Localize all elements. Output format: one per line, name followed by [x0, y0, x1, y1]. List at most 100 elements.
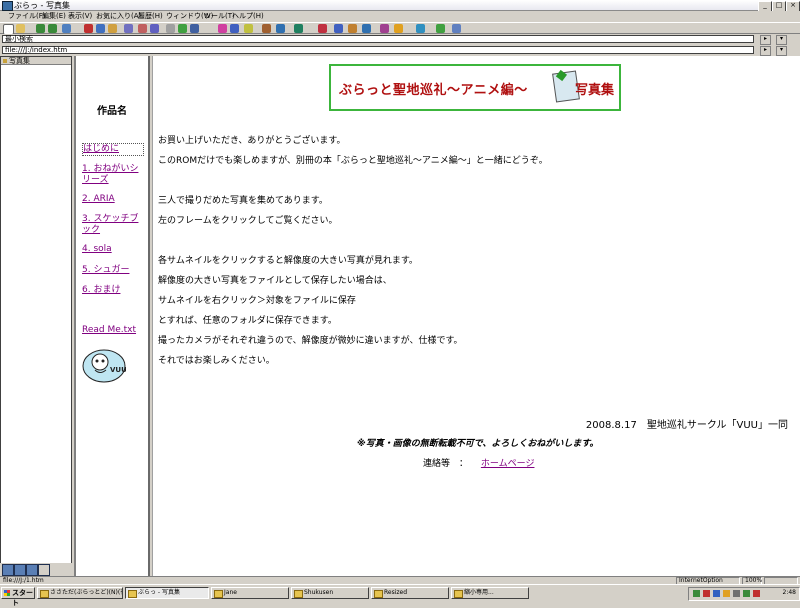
contact-label: 連絡等 ：: [423, 459, 469, 469]
search-input[interactable]: 最小検索: [2, 35, 754, 43]
address-bar: file:///J:/index.htm ▸ ▾: [0, 45, 800, 56]
tool-icon[interactable]: [244, 24, 253, 33]
start-button[interactable]: スタート: [1, 587, 35, 607]
task-button[interactable]: 縮小専用...: [451, 587, 529, 599]
intro-paragraph: このROMだけでも楽しめますが、別冊の本「ぶらっと聖地巡礼～アニメ編～」と一緒に…: [158, 156, 548, 166]
menu-help[interactable]: ヘルプ(H): [232, 11, 264, 22]
tool-icon[interactable]: [394, 24, 403, 33]
content-frame: ぶらっと聖地巡礼～アニメ編～ 写真集 お買い上げいただき、ありがとうございます。…: [152, 56, 800, 576]
title-banner: ぶらっと聖地巡礼～アニメ編～ 写真集: [329, 64, 621, 111]
tool-icon[interactable]: [380, 24, 389, 33]
status-bar: file:///J:/1.htm InternetOption 100%: [0, 576, 800, 585]
open-icon[interactable]: [16, 24, 25, 33]
homepage-link[interactable]: ホームページ: [481, 459, 535, 469]
app-icon: [2, 1, 13, 11]
search-go-icon[interactable]: ▸: [760, 35, 771, 45]
tool-icon[interactable]: [230, 24, 239, 33]
up-icon[interactable]: [62, 24, 71, 33]
menu-favorites[interactable]: お気に入り(A): [96, 11, 141, 22]
task-button-active[interactable]: ぶらっ - 写真集: [125, 587, 209, 599]
menu-history[interactable]: 履歴(H): [138, 11, 163, 22]
task-button[interactable]: Resized: [371, 587, 449, 599]
vuu-avatar-logo: VUU: [82, 349, 126, 383]
nav-link-intro[interactable]: はじめに: [82, 143, 144, 156]
url-input[interactable]: file:///J:/index.htm: [2, 46, 754, 54]
nav-link-sola[interactable]: 4. sola: [82, 244, 142, 255]
favorites-icon[interactable]: [218, 24, 227, 33]
panel-tab-icon[interactable]: [2, 564, 14, 576]
banner-title: ぶらっと聖地巡礼～アニメ編～: [339, 83, 528, 98]
task-button[interactable]: Jane: [211, 587, 289, 599]
contact-line: 連絡等 ： ホームページ: [423, 456, 534, 469]
intro-paragraph: 撮ったカメラがそれぞれ違うので、解像度が微妙に違いますが、仕様です。: [158, 336, 463, 346]
nav-link-aria[interactable]: 2. ARIA: [82, 194, 142, 205]
tray-icon[interactable]: [743, 590, 750, 597]
clock: 2:48: [782, 589, 796, 596]
nav-link-sugar[interactable]: 5. シュガー: [82, 265, 142, 276]
side-panel: 写真集: [0, 56, 72, 564]
tool-icon[interactable]: [178, 24, 187, 33]
tool-icon[interactable]: [262, 24, 271, 33]
tool-icon[interactable]: [190, 24, 199, 33]
refresh-icon[interactable]: [96, 24, 105, 33]
copyright-notice: ※写真・画像の無断転載不可で、よろしくおねがいします。: [357, 439, 599, 449]
intro-paragraph: お買い上げいただき、ありがとうございます。: [158, 136, 346, 146]
tool-icon[interactable]: [348, 24, 357, 33]
menu-edit[interactable]: 編集(E): [42, 11, 66, 22]
avatar-label: VUU: [110, 366, 126, 374]
tray-icon[interactable]: [713, 590, 720, 597]
nav-title: 作品名: [97, 106, 127, 117]
tray-icon[interactable]: [703, 590, 710, 597]
banner-suffix: 写真集: [575, 83, 615, 98]
tray-icon[interactable]: [723, 590, 730, 597]
panel-tab-icon[interactable]: [38, 564, 50, 576]
tool-icon[interactable]: [416, 24, 425, 33]
window-title: ぶらっ - 写真集: [14, 1, 70, 10]
side-panel-toolbar: [0, 563, 72, 576]
panel-tab-icon[interactable]: [14, 564, 26, 576]
tray-icon[interactable]: [753, 590, 760, 597]
tool-icon[interactable]: [294, 24, 303, 33]
stop-icon[interactable]: [84, 24, 93, 33]
intro-paragraph: 各サムネイルをクリックすると解像度の大きい写真が見れます。: [158, 256, 418, 266]
nav-link-onegai[interactable]: 1. おねがいシリーズ: [82, 164, 142, 186]
toolbar: [0, 22, 800, 35]
tool-icon[interactable]: [138, 24, 147, 33]
tool-icon[interactable]: [436, 24, 445, 33]
tray-icon[interactable]: [733, 590, 740, 597]
tray-icon[interactable]: [693, 590, 700, 597]
nav-link-extra[interactable]: 6. おまけ: [82, 285, 142, 296]
menu-view[interactable]: 表示(V): [68, 11, 92, 22]
menu-tools[interactable]: ツール(T): [204, 11, 235, 22]
intro-paragraph: とすれば、任意のフォルダに保存できます。: [158, 316, 337, 326]
nav-frame: 作品名 はじめに 1. おねがいシリーズ 2. ARIA 3. スケッチブック …: [74, 56, 150, 576]
intro-paragraph: 左のフレームをクリックしてご覧ください。: [158, 216, 338, 226]
search-option-icon[interactable]: ▾: [776, 35, 787, 45]
back-icon[interactable]: [36, 24, 45, 33]
forward-icon[interactable]: [48, 24, 57, 33]
tool-icon[interactable]: [276, 24, 285, 33]
go-icon[interactable]: ▸: [760, 46, 771, 56]
nav-link-sketchbook[interactable]: 3. スケッチブック: [82, 214, 142, 236]
home-icon[interactable]: [108, 24, 117, 33]
signature: 2008.8.17 聖地巡礼サークル「VUU」一同: [585, 420, 788, 431]
title-bar: ぶらっ - 写真集 _ □ ×: [0, 0, 800, 12]
tool-icon[interactable]: [166, 24, 175, 33]
task-button[interactable]: Shukusen: [291, 587, 369, 599]
search-bar: 最小検索 ▸ ▾: [0, 34, 800, 45]
tool-icon[interactable]: [362, 24, 371, 33]
system-tray: 2:48: [688, 587, 800, 601]
panel-tab-icon[interactable]: [26, 564, 38, 576]
tool-icon[interactable]: [150, 24, 159, 33]
menu-file[interactable]: ファイル(F): [8, 11, 46, 22]
taskbar: スタート ささただ(ぶらっとど)(N)(有... ぶらっ - 写真集 Jane …: [0, 584, 800, 607]
tool-icon[interactable]: [452, 24, 461, 33]
side-panel-header[interactable]: 写真集: [1, 57, 71, 65]
tool-icon[interactable]: [124, 24, 133, 33]
tool-icon[interactable]: [318, 24, 327, 33]
address-option-icon[interactable]: ▾: [776, 46, 787, 56]
task-button[interactable]: ささただ(ぶらっとど)(N)(有...: [37, 587, 123, 599]
readme-link[interactable]: Read Me.txt: [82, 325, 142, 336]
tool-icon[interactable]: [334, 24, 343, 33]
intro-paragraph: サムネイルを右クリック＞対象をファイルに保存: [158, 296, 356, 306]
